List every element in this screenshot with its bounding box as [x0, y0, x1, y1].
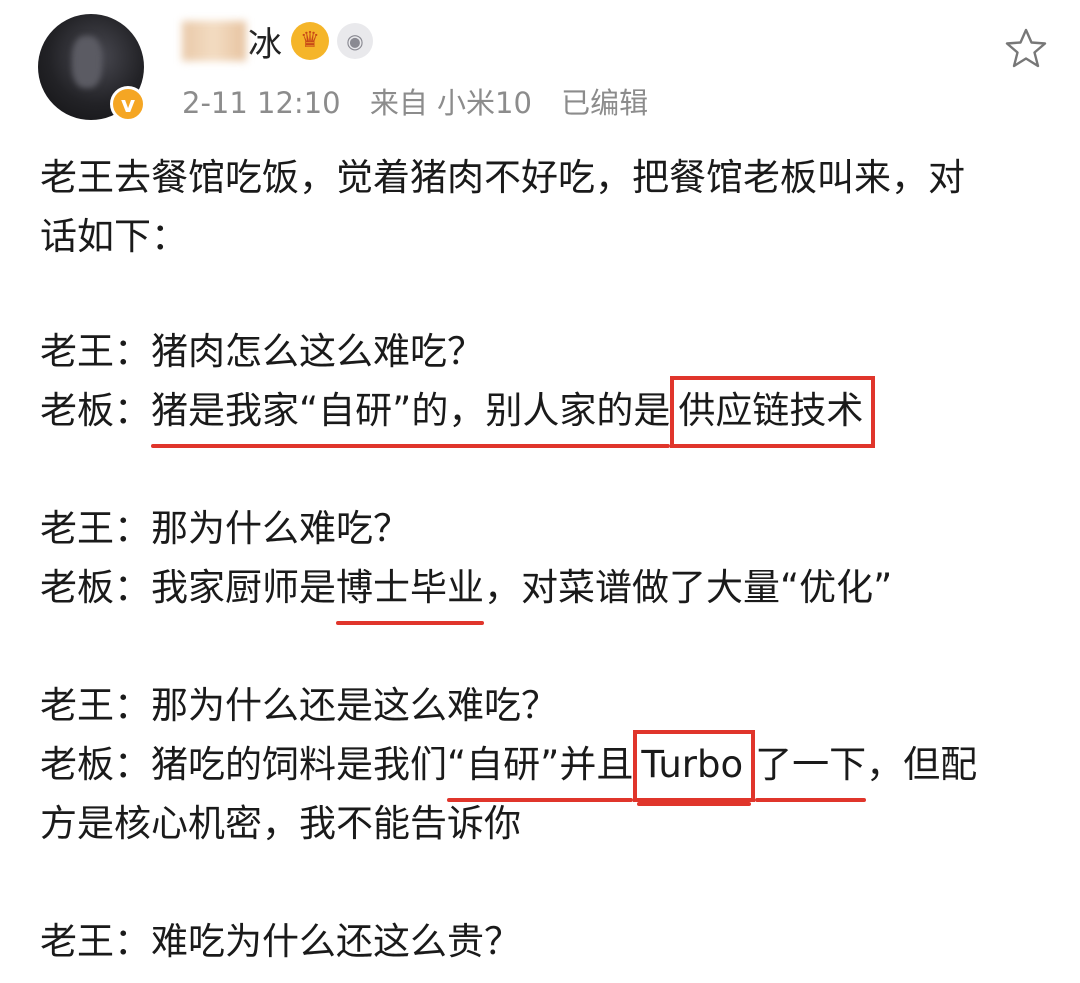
question-1: 老王：猪肉怎么这么难吃？: [40, 330, 484, 373]
answer-2-prefix: 老板：我家厨师是: [40, 566, 336, 609]
verified-v-icon: v: [110, 86, 146, 122]
edited-label: 已编辑: [561, 86, 649, 120]
answer-3-suffix: ，但配: [866, 743, 978, 786]
favorite-star-icon[interactable]: [1004, 26, 1048, 70]
answer-3-boxed: Turbo: [633, 730, 756, 806]
question-3: 老王：那为什么还是这么难吃？: [40, 684, 558, 727]
answer-3-underlined-1: “自研”并且: [447, 735, 634, 802]
answer-2-underlined: 博士毕业: [336, 558, 484, 625]
avatar[interactable]: v: [38, 14, 146, 122]
answer-1-boxed: 供应链技术: [670, 376, 876, 448]
intro-line-2: 话如下：: [40, 215, 188, 258]
answer-2: 老板：我家厨师是博士毕业，对菜谱做了大量“优化”: [40, 558, 1050, 625]
weibo-post: v 冰 ♛ ◉ 2-11 12:10 来自 小米10 已编辑 老王去餐馆吃饭，觉…: [0, 0, 1080, 983]
answer-1-underlined: 猪是我家“自研”的，别人家的是: [151, 381, 671, 448]
post-source: 来自 小米10: [369, 86, 532, 120]
crown-icon[interactable]: ♛: [291, 22, 329, 60]
level-badge-icon[interactable]: ◉: [337, 23, 373, 59]
answer-3: 老板：猪吃的饲料是我们“自研”并且 Turbo 了一下，但配: [40, 730, 1050, 806]
post-time: 2-11 12:10: [182, 86, 341, 120]
answer-2-suffix: ，对菜谱做了大量“优化”: [484, 566, 893, 609]
user-name-row[interactable]: 冰 ♛ ◉: [182, 17, 373, 66]
answer-3-line-2: 方是核心机密，我不能告诉你: [40, 802, 521, 845]
post-meta: 2-11 12:10 来自 小米10 已编辑: [182, 80, 668, 122]
answer-3-underlined-2: 了一下: [755, 735, 867, 802]
answer-1: 老板：猪是我家“自研”的，别人家的是 供应链技术: [40, 376, 1050, 448]
answer-3-prefix: 老板：猪吃的饲料是我们: [40, 743, 447, 786]
intro-line-1: 老王去餐馆吃饭，觉着猪肉不好吃，把餐馆老板叫来，对: [40, 156, 965, 199]
post-text: 老王去餐馆吃饭，觉着猪肉不好吃，把餐馆老板叫来，对 话如下： 老王：猪肉怎么这么…: [40, 148, 1050, 971]
question-2: 老王：那为什么难吃？: [40, 507, 410, 550]
question-4: 老王：难吃为什么还这么贵？: [40, 920, 521, 963]
username[interactable]: 冰: [248, 17, 283, 66]
blurred-name-part: [182, 21, 246, 61]
answer-1-prefix: 老板：: [40, 389, 151, 432]
